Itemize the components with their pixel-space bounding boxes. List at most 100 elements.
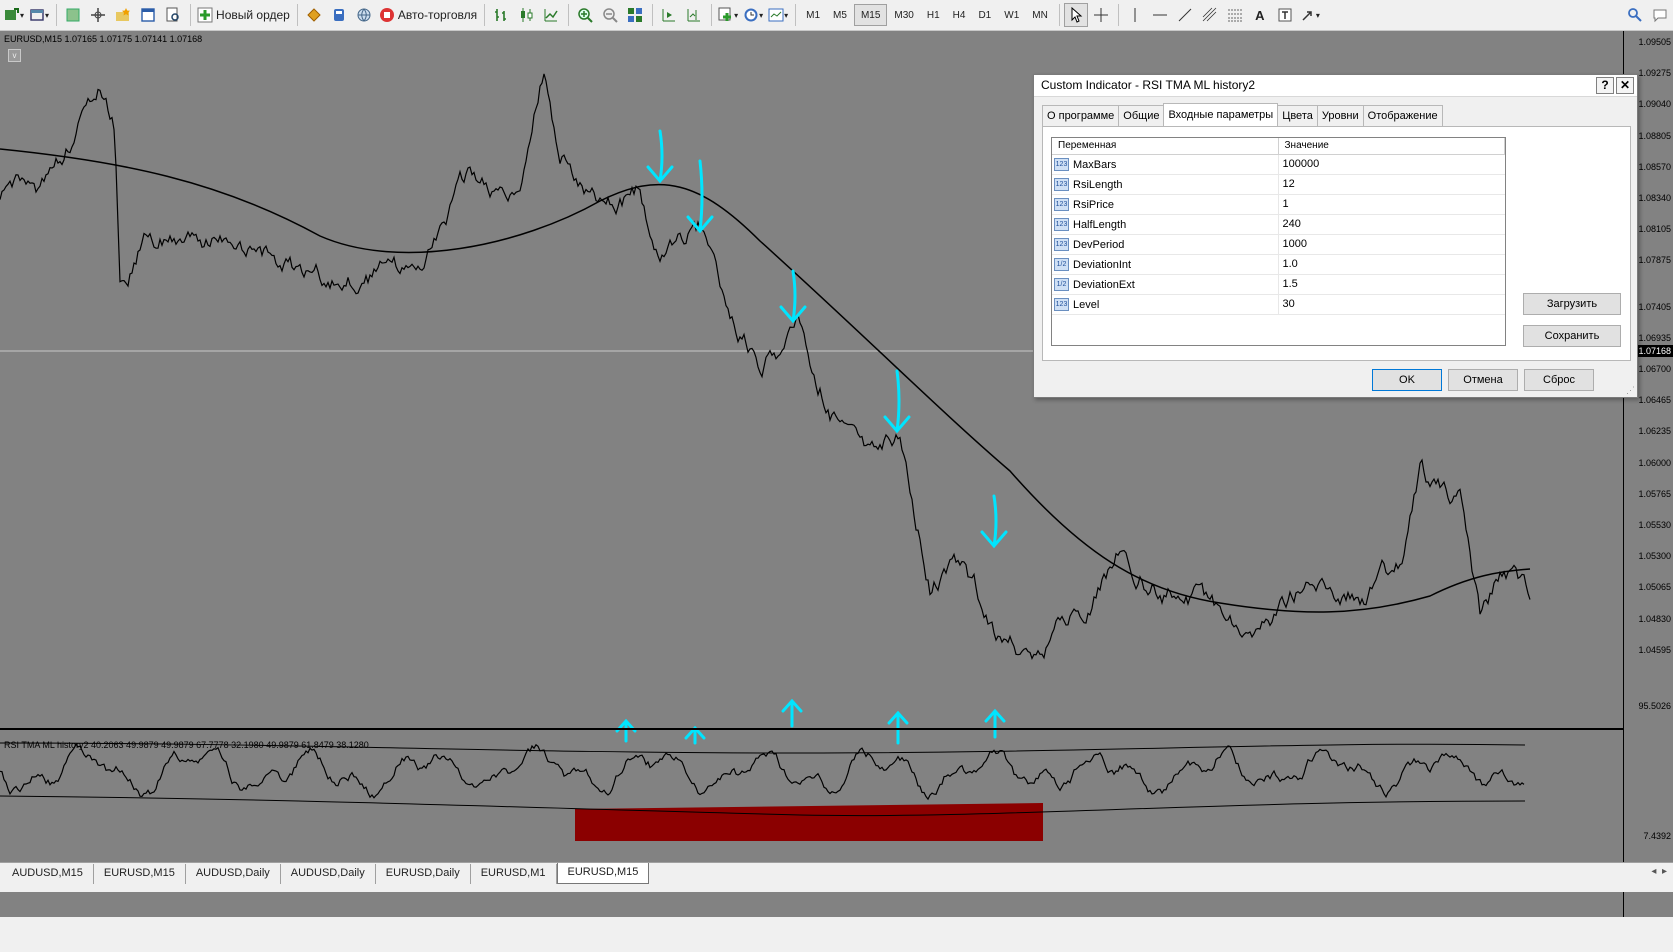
column-header-value[interactable]: Значение	[1279, 138, 1505, 154]
notifications-button[interactable]	[1648, 3, 1672, 27]
strategy-tester-button[interactable]	[161, 3, 185, 27]
cancel-button[interactable]: Отмена	[1448, 369, 1518, 391]
tab-audusd-daily-2[interactable]: AUDUSD,Daily	[281, 864, 376, 884]
indicator-window-separator[interactable]	[0, 728, 1623, 730]
autoscroll-icon	[661, 7, 677, 23]
tab-visualization[interactable]: Отображение	[1362, 105, 1443, 126]
tile-windows-button[interactable]	[623, 3, 647, 27]
arrows-icon	[1300, 7, 1316, 23]
tab-eurusd-m15-active[interactable]: EURUSD,M15	[556, 863, 650, 884]
reset-button[interactable]: Сброс	[1524, 369, 1594, 391]
timeframe-W1[interactable]: W1	[998, 4, 1025, 26]
navigator-button[interactable]	[86, 3, 110, 27]
param-type-icon: 1/2	[1054, 258, 1069, 271]
timeframe-M1[interactable]: M1	[800, 4, 826, 26]
timeframe-M5[interactable]: M5	[827, 4, 853, 26]
new-order-button[interactable]: Новый ордер	[195, 3, 292, 27]
metaeditor-button[interactable]	[302, 3, 326, 27]
load-button[interactable]: Загрузить	[1523, 293, 1621, 315]
param-type-icon: 123	[1054, 158, 1069, 171]
param-value-field[interactable]: 30	[1279, 295, 1506, 314]
table-row[interactable]: 1/2 DeviationInt 1.0	[1052, 255, 1505, 275]
chart-tabs-bar: AUDUSD,M15 EURUSD,M15 AUDUSD,Daily AUDUS…	[0, 862, 1673, 884]
chevron-left-icon[interactable]: ◂	[1651, 866, 1656, 877]
market-watch-button[interactable]	[61, 3, 85, 27]
favorites-button[interactable]	[111, 3, 135, 27]
param-name: RsiLength	[1073, 178, 1123, 191]
help-button[interactable]: ?	[1596, 77, 1614, 94]
resize-grip-icon[interactable]: ⋰	[1626, 385, 1635, 396]
search-icon	[1627, 7, 1643, 23]
profiles-button[interactable]: ▾	[27, 3, 51, 27]
tab-inputs[interactable]: Входные параметры	[1163, 103, 1279, 126]
timeframe-M30[interactable]: M30	[888, 4, 919, 26]
templates-button[interactable]: ▾	[766, 3, 790, 27]
param-value-field[interactable]: 1.5	[1279, 275, 1506, 294]
signals-button[interactable]	[327, 3, 351, 27]
tab-audusd-m15[interactable]: AUDUSD,M15	[2, 864, 94, 884]
star-folder-icon	[115, 7, 131, 23]
tab-colors[interactable]: Цвета	[1277, 105, 1318, 126]
one-click-trading-toggle[interactable]: v	[8, 49, 21, 62]
zoom-in-button[interactable]	[573, 3, 597, 27]
line-chart-button[interactable]	[539, 3, 563, 27]
candles-button[interactable]	[514, 3, 538, 27]
param-value-field[interactable]: 1	[1279, 195, 1506, 214]
timeframe-M15[interactable]: M15	[853, 4, 888, 26]
tab-audusd-daily[interactable]: AUDUSD,Daily	[186, 864, 281, 884]
table-row[interactable]: 123 RsiPrice 1	[1052, 195, 1505, 215]
crosshair-button[interactable]	[1089, 3, 1113, 27]
chevron-right-icon[interactable]: ▸	[1662, 866, 1667, 877]
table-row[interactable]: 123 HalfLength 240	[1052, 215, 1505, 235]
timeframe-H1[interactable]: H1	[921, 4, 946, 26]
param-value-field[interactable]: 100000	[1279, 155, 1506, 174]
oversold-zone-fill	[575, 803, 1043, 841]
param-value-field[interactable]: 1.0	[1279, 255, 1506, 274]
column-header-variable[interactable]: Переменная	[1052, 138, 1279, 154]
fibonacci-button[interactable]	[1223, 3, 1247, 27]
tab-eurusd-m1[interactable]: EURUSD,M1	[471, 864, 557, 884]
tab-scroll-arrows[interactable]: ◂ ▸	[1651, 866, 1667, 877]
dialog-title-bar[interactable]: Custom Indicator - RSI TMA ML history2 ?…	[1034, 75, 1637, 97]
ok-button[interactable]: OK	[1372, 369, 1442, 391]
vertical-line-button[interactable]	[1123, 3, 1147, 27]
auto-trading-button[interactable]: Авто-торговля	[377, 3, 479, 27]
timeframe-H4[interactable]: H4	[947, 4, 972, 26]
tab-about[interactable]: О программе	[1042, 105, 1120, 126]
text-label-button[interactable]	[1273, 3, 1297, 27]
periods-button[interactable]: ▾	[741, 3, 765, 27]
param-value-field[interactable]: 240	[1279, 215, 1506, 234]
param-value-field[interactable]: 1000	[1279, 235, 1506, 254]
table-row[interactable]: 123 MaxBars 100000	[1052, 155, 1505, 175]
tab-common[interactable]: Общие	[1118, 105, 1165, 126]
tab-eurusd-daily[interactable]: EURUSD,Daily	[376, 864, 471, 884]
chart-shift-button[interactable]	[682, 3, 706, 27]
zoom-out-button[interactable]	[598, 3, 622, 27]
chat-bubble-icon	[1652, 7, 1668, 23]
indicators-button[interactable]: ▾	[716, 3, 740, 27]
param-value-field[interactable]: 12	[1279, 175, 1506, 194]
new-chart-button[interactable]: ▾	[2, 3, 26, 27]
bar-chart-button[interactable]	[489, 3, 513, 27]
equidistant-channel-button[interactable]	[1198, 3, 1222, 27]
tab-eurusd-m15[interactable]: EURUSD,M15	[94, 864, 186, 884]
table-row[interactable]: 123 DevPeriod 1000	[1052, 235, 1505, 255]
table-row[interactable]: 123 RsiLength 12	[1052, 175, 1505, 195]
search-button[interactable]	[1623, 3, 1647, 27]
close-button[interactable]: ✕	[1616, 77, 1634, 94]
cursor-button[interactable]	[1063, 3, 1088, 27]
horizontal-line-button[interactable]	[1148, 3, 1172, 27]
timeframe-MN[interactable]: MN	[1026, 4, 1054, 26]
auto-trading-icon	[379, 7, 395, 23]
trendline-button[interactable]	[1173, 3, 1197, 27]
terminal-button[interactable]	[136, 3, 160, 27]
table-row[interactable]: 1/2 DeviationExt 1.5	[1052, 275, 1505, 295]
autoscroll-button[interactable]	[657, 3, 681, 27]
arrows-button[interactable]: ▾	[1298, 3, 1322, 27]
text-button[interactable]: A	[1248, 3, 1272, 27]
tab-levels[interactable]: Уровни	[1316, 105, 1364, 126]
timeframe-D1[interactable]: D1	[972, 4, 997, 26]
table-row[interactable]: 123 Level 30	[1052, 295, 1505, 315]
market-button[interactable]	[352, 3, 376, 27]
save-button[interactable]: Сохранить	[1523, 325, 1621, 347]
